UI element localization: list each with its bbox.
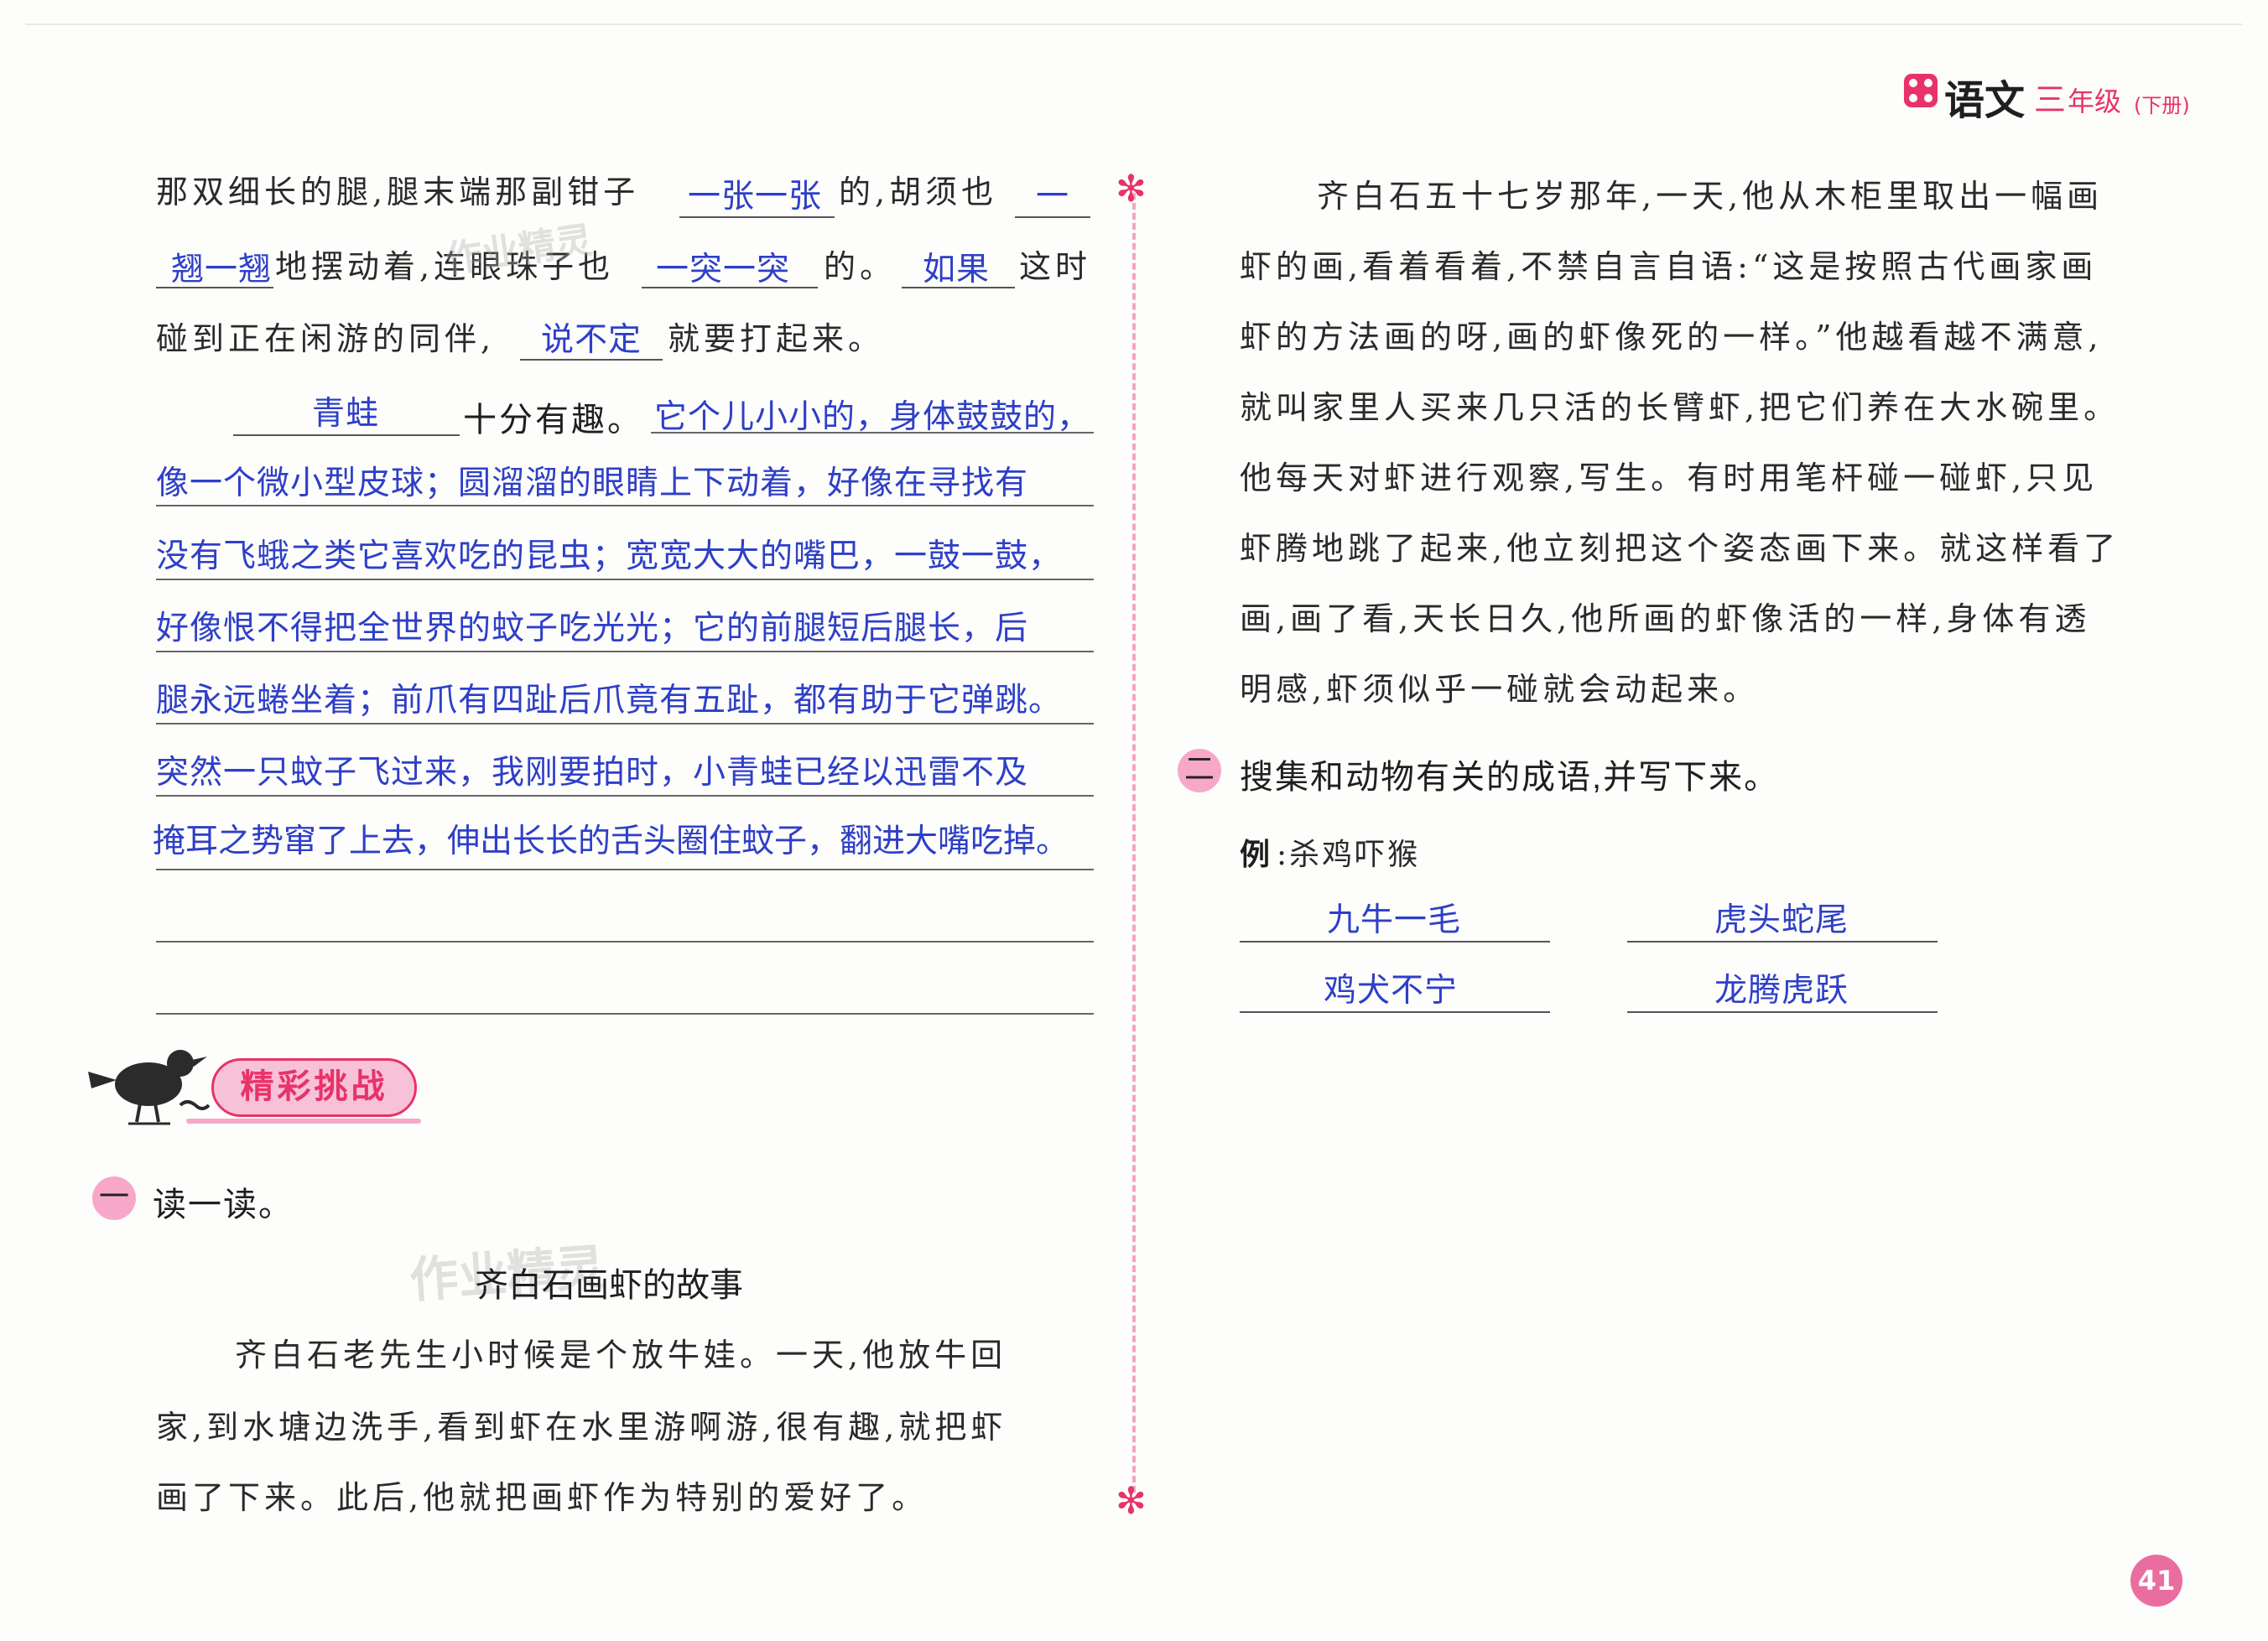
idiom-answer-3: 鸡犬不宁 bbox=[1324, 973, 1459, 1009]
writing-rule-3 bbox=[156, 651, 1094, 652]
answer-2a: 翘一翘 bbox=[171, 252, 273, 288]
example-label: 例 bbox=[1240, 838, 1271, 872]
idiom-blank-4 bbox=[1627, 1011, 1938, 1013]
header-grade-suffix: 年级 bbox=[2068, 86, 2122, 117]
challenge-badge: 精彩挑战 bbox=[211, 1058, 417, 1117]
idiom-answer-2: 虎头蛇尾 bbox=[1714, 902, 1849, 938]
challenge-underline bbox=[186, 1119, 421, 1124]
story-left-line-3: 画了下来。此后,他就把画虾作为特别的爱好了。 bbox=[156, 1479, 929, 1516]
writing-rule-7 bbox=[156, 941, 1094, 943]
writing-rule-5 bbox=[156, 795, 1094, 797]
writing-rule-8 bbox=[156, 1013, 1094, 1015]
top-border bbox=[25, 23, 2243, 25]
story-right-line-2: 虾的画,看着看着,不禁自言自语:“这是按照古代画家画 bbox=[1240, 248, 2098, 285]
handwriting-line-3: 没有飞蛾之类它喜欢吃的昆虫；宽宽大大的嘴巴，一鼓一鼓， bbox=[156, 538, 1063, 574]
column-divider bbox=[1132, 193, 1136, 1493]
idiom-answer-4: 龙腾虎跃 bbox=[1714, 973, 1849, 1009]
question-1-text: 读一读。 bbox=[153, 1187, 294, 1223]
fill-line-2c: 这时 bbox=[1019, 248, 1092, 285]
story-title: 齐白石画虾的故事 bbox=[475, 1267, 743, 1304]
story-right-line-3: 虾的方法画的呀,画的虾像死的一样。”他越看越不满意, bbox=[1240, 319, 2103, 356]
star-bottom-icon: ✻ bbox=[1116, 1480, 1147, 1523]
star-top-icon: ✻ bbox=[1116, 168, 1147, 210]
para2-text: 十分有趣。 bbox=[463, 402, 643, 439]
story-right-line-1: 齐白石五十七岁那年,一天,他从木柜里取出一幅画 bbox=[1317, 178, 2104, 215]
story-right-line-4: 就叫家里人买来几只活的长臂虾,把它们养在大水碗里。 bbox=[1240, 389, 2120, 426]
question-2-badge: 二 bbox=[1178, 749, 1221, 792]
idiom-answer-1: 九牛一毛 bbox=[1327, 902, 1462, 938]
question-1-badge: 一 bbox=[92, 1176, 136, 1220]
answer-3a: 说不定 bbox=[541, 322, 642, 358]
answer-2b: 一突一突 bbox=[656, 252, 791, 288]
handwriting-line-5: 腿永远蜷坐着；前爪有四趾后爪竟有五趾，都有助于它弹跳。 bbox=[156, 683, 1063, 719]
handwriting-line-7: 掩耳之势窜了上去，伸出长长的舌头圈住蚊子，翻进大嘴吃掉。 bbox=[153, 823, 1069, 859]
handwriting-line-1: 它个儿小小的，身体鼓鼓的， bbox=[654, 399, 1091, 435]
blank-para2 bbox=[233, 434, 460, 436]
question-2-text: 搜集和动物有关的成语,并写下来。 bbox=[1240, 759, 1780, 796]
bird-icon bbox=[88, 1050, 210, 1125]
idiom-blank-1 bbox=[1240, 941, 1550, 943]
writing-rule-1 bbox=[156, 505, 1094, 506]
handwriting-line-4: 好像恨不得把全世界的蚊子吃光光；它的前腿短后腿长，后 bbox=[156, 610, 1029, 647]
writing-rule-4 bbox=[156, 723, 1094, 724]
idiom-blank-2 bbox=[1627, 941, 1938, 943]
fill-line-1b: 的,胡须也 bbox=[839, 174, 998, 210]
story-left-line-2: 家,到水塘边洗手,看到虾在水里游啊游,很有趣,就把虾 bbox=[156, 1409, 1007, 1446]
story-right-line-8: 明感,虾须似乎一碰就会动起来。 bbox=[1240, 671, 1760, 708]
story-left-line-1: 齐白石老先生小时候是个放牛娃。一天,他放牛回 bbox=[235, 1337, 1007, 1374]
fill-line-1: 那双细长的腿,腿末端那副钳子 bbox=[156, 174, 640, 210]
header-subject: 语文 bbox=[1944, 77, 2026, 124]
fill-line-3: 碰到正在闲游的同伴, bbox=[156, 320, 496, 357]
page-number: 41 bbox=[2130, 1555, 2182, 1607]
answer-2c: 如果 bbox=[923, 252, 991, 288]
fill-line-2b: 的。 bbox=[824, 248, 897, 285]
subject-logo-icon bbox=[1904, 74, 1938, 107]
handwriting-line-6: 突然一只蚊子飞过来，我刚要拍时，小青蛙已经以迅雷不及 bbox=[156, 755, 1029, 791]
answer-1a: 一张一张 bbox=[688, 179, 823, 215]
handwriting-line-2: 像一个微小型皮球；圆溜溜的眼睛上下动着，好像在寻找有 bbox=[156, 465, 1029, 501]
idiom-blank-3 bbox=[1240, 1011, 1550, 1013]
story-right-line-7: 画,画了看,天长日久,他所画的虾像活的一样,身体有透 bbox=[1240, 600, 2091, 637]
answer-1b: 一 bbox=[1036, 179, 1070, 215]
writing-rule-6 bbox=[156, 869, 1094, 870]
header-grade: 三 bbox=[2034, 81, 2067, 118]
fill-line-3b: 就要打起来。 bbox=[668, 320, 885, 357]
answer-para2: 青蛙 bbox=[312, 396, 380, 432]
example-text: :杀鸡吓猴 bbox=[1277, 838, 1421, 872]
story-right-line-6: 虾腾地跳了起来,他立刻把这个姿态画下来。就这样看了 bbox=[1240, 530, 2120, 567]
header-volume: (下册) bbox=[2134, 94, 2190, 117]
writing-rule-2 bbox=[156, 579, 1094, 580]
story-right-line-5: 他每天对虾进行观察,写生。有时用笔杆碰一碰虾,只见 bbox=[1240, 460, 2099, 496]
